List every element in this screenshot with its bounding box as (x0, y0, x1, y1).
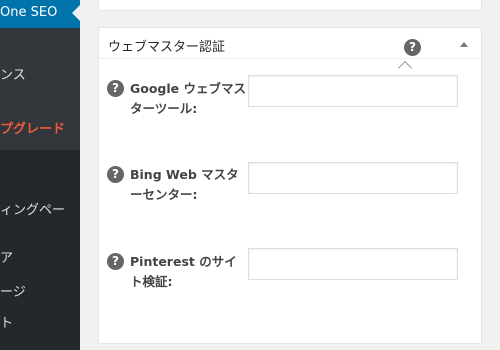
bing-webmaster-input[interactable] (248, 162, 458, 194)
sidebar-item-comments[interactable]: ト (0, 312, 13, 331)
previous-metabox (98, 0, 482, 11)
sidebar-item-label: One SEO (0, 5, 58, 20)
pinterest-verify-label: ? Pinterest のサイト検証: (107, 252, 247, 296)
field-label: Google ウェブマスターツール: (130, 81, 246, 116)
metabox-header[interactable]: ウェブマスター認証 ? (99, 28, 481, 59)
bing-webmaster-label: ? Bing Web マスターセンター: (107, 165, 247, 209)
submenu-item-license[interactable]: ンス (0, 64, 26, 83)
tooltip-caret-icon (397, 60, 413, 76)
google-webmaster-label: ? Google ウェブマスターツール: (107, 79, 247, 123)
sidebar-item-pages[interactable]: ージ (0, 281, 26, 300)
webmaster-verification-metabox: ウェブマスター認証 ? ? Google ウェブマスターツール: ? Bing … (98, 27, 482, 344)
google-webmaster-input[interactable] (248, 75, 458, 107)
submenu-item-upgrade[interactable]: プグレード (0, 118, 65, 137)
field-label: Bing Web マスターセンター: (130, 167, 239, 202)
sidebar-item-media[interactable]: ア (0, 247, 13, 266)
pinterest-verify-input[interactable] (248, 248, 458, 280)
help-icon[interactable]: ? (107, 80, 124, 97)
current-menu-arrow-icon (72, 5, 80, 21)
sidebar-item-all-in-one-seo[interactable]: One SEO (0, 0, 80, 28)
sidebar-submenu: ンス プグレード (0, 28, 80, 150)
sidebar-item-landing-page[interactable]: ィングペー (0, 199, 65, 218)
help-icon[interactable]: ? (107, 253, 124, 270)
field-label: Pinterest のサイト検証: (130, 254, 237, 289)
metabox-title: ウェブマスター認証 (108, 40, 226, 55)
help-icon[interactable]: ? (404, 39, 421, 56)
help-icon[interactable]: ? (107, 166, 124, 183)
collapse-arrow-icon[interactable] (460, 42, 468, 47)
admin-sidebar: One SEO ンス プグレード ィングペー ア ージ ト (0, 0, 80, 350)
